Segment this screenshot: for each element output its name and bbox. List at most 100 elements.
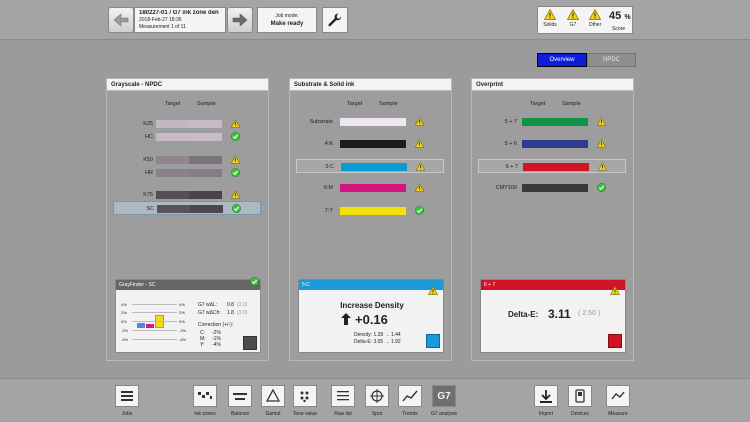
warning-icon — [414, 139, 425, 148]
tab-overview[interactable]: Overview — [537, 53, 587, 67]
sample-swatch — [190, 205, 223, 213]
import-icon — [540, 390, 552, 403]
jobs-button[interactable]: Jobs — [109, 385, 145, 420]
target-swatch — [156, 169, 189, 177]
check-icon — [231, 168, 240, 177]
overprint-row[interactable]: 6 + 7 — [478, 159, 626, 173]
spot-button[interactable]: Spot — [362, 385, 392, 420]
job-title: 180227-01 / G7 ink zone den — [139, 10, 219, 16]
trends-button[interactable]: Trends — [395, 385, 425, 420]
col-sample: Sample — [379, 101, 398, 107]
score-solids: Solids — [541, 8, 559, 28]
g7-wdl-label: G7 wΔL: — [198, 302, 218, 308]
col-target: Target — [165, 101, 181, 107]
row-label: 6 + 7 — [505, 164, 518, 170]
deltae-value: 3.11 — [548, 307, 571, 321]
settings-button[interactable] — [322, 7, 348, 33]
g7-wdl-value: 0.8 — [227, 302, 234, 308]
g7-analysis-button[interactable]: G7 G7 analysis — [429, 385, 459, 420]
job-info: 180227-01 / G7 ink zone den 2018-Feb-27 … — [134, 7, 226, 33]
job-mode-selector[interactable]: Job mode: Make ready — [257, 7, 317, 33]
balance-icon — [233, 393, 247, 400]
scale-label-left: 4% — [121, 302, 127, 307]
target-swatch — [157, 205, 190, 213]
raw-list-button[interactable]: Raw list — [328, 385, 358, 420]
deltae-line: Delta-E: 3.05 → 1.92 — [354, 339, 401, 345]
raw-list-icon — [337, 391, 349, 401]
toolbar-label: Spot — [371, 411, 383, 417]
solid-ink-row[interactable]: 6:M — [296, 181, 444, 195]
check-icon — [415, 206, 424, 215]
row-label: HR — [145, 170, 153, 176]
scale-label-left: 0% — [121, 319, 127, 324]
jobs-icon — [121, 391, 133, 401]
sample-swatch — [608, 334, 622, 348]
row-label: 6:M — [323, 185, 333, 191]
color-swatch — [341, 163, 407, 171]
warning-icon — [428, 286, 438, 295]
grid-line — [132, 321, 177, 322]
sample-swatch — [189, 169, 222, 177]
bottom-toolbar: Jobs Ink zones Balance Gamut Tone value Raw l… — [0, 378, 750, 422]
grayfinder-card[interactable]: GrayFinder - SC 4% 4% 2% 2% 0% 0% -2% -2% -4% -4%… — [115, 277, 261, 353]
warning-icon — [566, 8, 580, 20]
score-panel[interactable]: Solids G7 Other 45 % Score — [537, 6, 633, 34]
check-icon — [250, 277, 259, 286]
sample-swatch — [189, 191, 222, 199]
devices-icon — [575, 389, 585, 403]
overprint-row[interactable]: CMY100 — [478, 181, 626, 195]
color-swatch — [340, 140, 406, 148]
grayscale-row[interactable]: SC — [113, 201, 261, 215]
grayscale-row[interactable]: HC — [113, 130, 261, 144]
panel-title: Substrate & Solid ink — [290, 79, 451, 91]
gamut-button[interactable]: Gamut — [258, 385, 288, 420]
grayscale-row[interactable]: HR — [113, 166, 261, 180]
row-label: 7:Y — [324, 208, 333, 214]
grayscale-row[interactable]: K50 — [113, 153, 261, 167]
solid-ink-row[interactable]: Substrate — [296, 115, 444, 129]
solid-ink-row[interactable]: 7:Y — [296, 204, 444, 218]
g7-icon: G7 — [437, 390, 451, 402]
density-card[interactable]: 5:C Increase Density +0.16 Density: 1.28… — [298, 279, 444, 353]
warning-icon — [543, 8, 557, 20]
deltae-card[interactable]: 6 + 7 Delta-E: 3.11 ( 2.50 ) — [480, 279, 626, 353]
grayscale-row[interactable]: K25 — [113, 117, 261, 131]
row-label: HC — [145, 134, 153, 140]
previous-button[interactable] — [108, 7, 134, 33]
toolbar-label: Gamut — [265, 411, 281, 417]
solid-ink-row[interactable]: 5:C — [296, 159, 444, 173]
check-icon — [231, 132, 240, 141]
scale-label-left: -2% — [121, 328, 129, 333]
toolbar-label: Import — [538, 411, 554, 417]
measure-button[interactable]: Measure — [600, 385, 636, 420]
ink-zones-button[interactable]: Ink zones — [190, 385, 220, 420]
next-button[interactable] — [227, 7, 253, 33]
scale-label-right: 4% — [179, 302, 185, 307]
solid-ink-row[interactable]: 4:K — [296, 137, 444, 151]
tone-value-button[interactable]: Tone value — [290, 385, 320, 420]
arrow-left-icon — [113, 13, 129, 27]
row-label: CMY100 — [495, 185, 517, 191]
row-label: 4:K — [324, 141, 333, 147]
job-date: 2018-Feb-27 18:36 — [139, 17, 182, 23]
balance-button[interactable]: Balance — [225, 385, 255, 420]
warning-icon — [230, 190, 241, 199]
warning-icon — [596, 117, 607, 126]
color-swatch — [522, 184, 588, 192]
density-delta: +0.16 — [355, 312, 388, 327]
overprint-row[interactable]: 5 + 7 — [478, 115, 626, 129]
import-button[interactable]: Import — [531, 385, 561, 420]
check-icon — [232, 204, 241, 213]
target-swatch — [156, 133, 189, 141]
overprint-row[interactable]: 5 + 6 — [478, 137, 626, 151]
tab-npdc[interactable]: NPDC — [587, 53, 636, 67]
col-sample: Sample — [197, 101, 216, 107]
col-sample: Sample — [562, 101, 581, 107]
row-label: 5 + 6 — [504, 141, 517, 147]
warning-icon — [610, 286, 620, 295]
toolbar-label: Measure — [608, 411, 628, 417]
warning-icon — [230, 119, 241, 128]
devices-button[interactable]: Devices — [565, 385, 595, 420]
row-label: K75 — [143, 192, 153, 198]
grayscale-row[interactable]: K75 — [113, 188, 261, 202]
